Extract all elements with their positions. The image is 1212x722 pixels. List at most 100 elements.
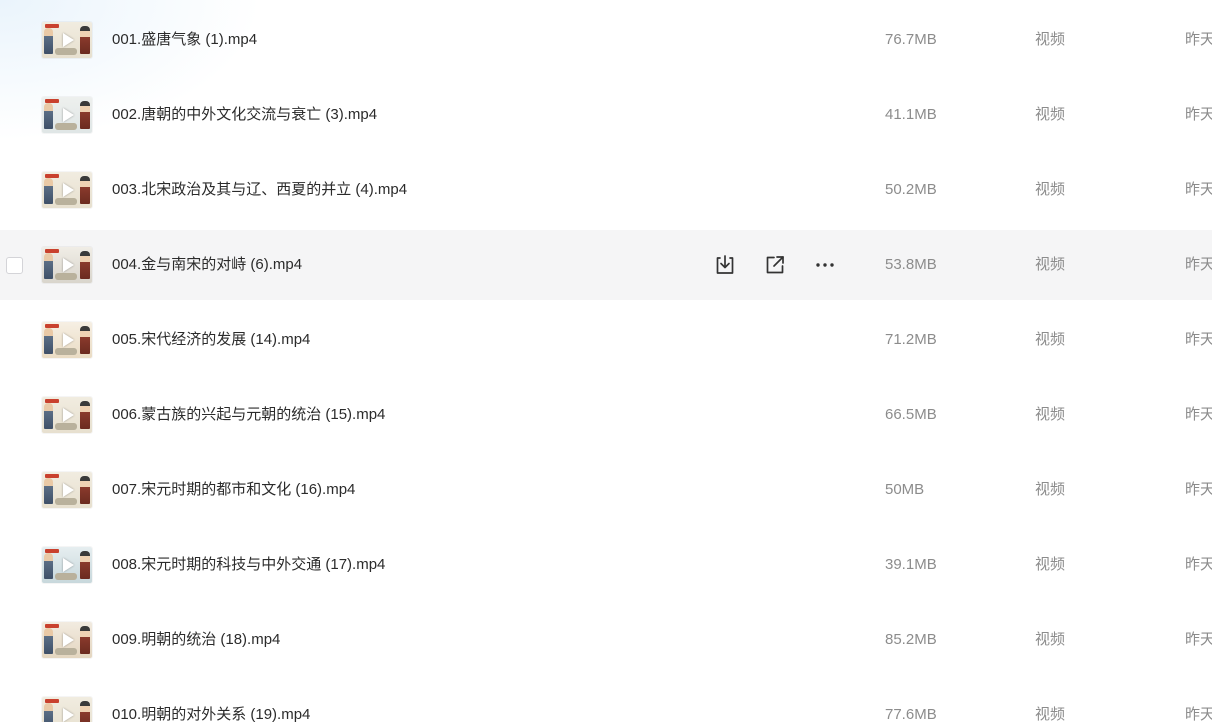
file-row[interactable]: 001.盛唐气象 (1).mp4 76.7MB 视频 昨天	[0, 5, 1212, 75]
file-size: 53.8MB	[885, 255, 937, 273]
file-name[interactable]: 004.金与南宋的对峙 (6).mp4	[112, 230, 302, 300]
file-name[interactable]: 008.宋元时期的科技与中外交通 (17).mp4	[112, 530, 385, 600]
file-type: 视频	[1035, 480, 1066, 498]
thumbnail-scene	[55, 647, 77, 655]
file-size: 50.2MB	[885, 180, 937, 198]
thumbnail-figure	[44, 552, 53, 579]
file-type: 视频	[1035, 180, 1066, 198]
thumbnail-figure	[80, 175, 90, 204]
file-name[interactable]: 010.明朝的对外关系 (19).mp4	[112, 680, 310, 722]
thumbnail-figure	[80, 250, 90, 279]
video-thumbnail[interactable]	[42, 171, 92, 208]
file-name[interactable]: 003.北宋政治及其与辽、西夏的并立 (4).mp4	[112, 155, 407, 225]
thumbnail-scene	[55, 272, 77, 280]
play-icon	[63, 707, 74, 722]
video-thumbnail[interactable]	[42, 321, 92, 358]
video-thumbnail[interactable]	[42, 396, 92, 433]
video-thumbnail[interactable]	[42, 471, 92, 508]
download-button[interactable]	[712, 252, 738, 278]
file-list: 001.盛唐气象 (1).mp4 76.7MB 视频 昨天 002.唐朝的中外文化交流与…	[0, 0, 1212, 722]
modified-date: 昨天	[1185, 330, 1212, 348]
file-row[interactable]: 007.宋元时期的都市和文化 (16).mp4 50MB 视频 昨天	[0, 455, 1212, 525]
thumbnail-scene	[55, 497, 77, 505]
play-icon	[63, 332, 74, 347]
file-size: 76.7MB	[885, 30, 937, 48]
file-name[interactable]: 002.唐朝的中外文化交流与衰亡 (3).mp4	[112, 80, 377, 150]
more-button[interactable]	[812, 252, 838, 278]
play-icon	[63, 482, 74, 497]
thumbnail-figure	[80, 700, 90, 722]
thumbnail-scene	[55, 122, 77, 130]
download-icon	[712, 252, 738, 278]
thumbnail-scene	[55, 47, 77, 55]
play-icon	[63, 107, 74, 122]
thumbnail-tag	[45, 23, 59, 28]
thumbnail-figure	[44, 702, 53, 722]
file-row[interactable]: 002.唐朝的中外文化交流与衰亡 (3).mp4 41.1MB 视频 昨天	[0, 80, 1212, 150]
file-row[interactable]: 005.宋代经济的发展 (14).mp4 71.2MB 视频 昨天	[0, 305, 1212, 375]
file-type: 视频	[1035, 330, 1066, 348]
video-thumbnail[interactable]	[42, 96, 92, 133]
play-icon	[63, 257, 74, 272]
thumbnail-figure	[44, 627, 53, 654]
thumbnail-figure	[44, 177, 53, 204]
video-thumbnail[interactable]	[42, 246, 92, 283]
thumbnail-tag	[45, 698, 59, 703]
thumbnail-figure	[44, 252, 53, 279]
modified-date: 昨天	[1185, 255, 1212, 273]
modified-date: 昨天	[1185, 630, 1212, 648]
file-type: 视频	[1035, 630, 1066, 648]
file-type: 视频	[1035, 255, 1066, 273]
thumbnail-figure	[44, 327, 53, 354]
thumbnail-tag	[45, 623, 59, 628]
thumbnail-figure	[80, 100, 90, 129]
file-size: 85.2MB	[885, 630, 937, 648]
thumbnail-figure	[80, 25, 90, 54]
thumbnail-tag	[45, 548, 59, 553]
play-icon	[63, 632, 74, 647]
thumbnail-scene	[55, 347, 77, 355]
thumbnail-figure	[44, 102, 53, 129]
file-name[interactable]: 009.明朝的统治 (18).mp4	[112, 605, 280, 675]
file-name[interactable]: 006.蒙古族的兴起与元朝的统治 (15).mp4	[112, 380, 385, 450]
play-icon	[63, 32, 74, 47]
file-row[interactable]: 003.北宋政治及其与辽、西夏的并立 (4).mp4 50.2MB 视频 昨天	[0, 155, 1212, 225]
thumbnail-figure	[80, 475, 90, 504]
more-icon	[812, 252, 838, 278]
thumbnail-tag	[45, 398, 59, 403]
file-size: 77.6MB	[885, 705, 937, 722]
file-row[interactable]: 010.明朝的对外关系 (19).mp4 77.6MB 视频 昨天	[0, 680, 1212, 722]
thumbnail-figure	[44, 27, 53, 54]
file-size: 50MB	[885, 480, 925, 498]
modified-date: 昨天	[1185, 105, 1212, 123]
thumbnail-tag	[45, 173, 59, 178]
file-row[interactable]: 009.明朝的统治 (18).mp4 85.2MB 视频 昨天	[0, 605, 1212, 675]
video-thumbnail[interactable]	[42, 621, 92, 658]
file-row[interactable]: 004.金与南宋的对峙 (6).mp4 53.8MB 视频 昨天	[0, 229, 1212, 300]
file-type: 视频	[1035, 705, 1066, 722]
file-row[interactable]: 006.蒙古族的兴起与元朝的统治 (15).mp4 66.5MB 视频 昨天	[0, 380, 1212, 450]
file-size: 41.1MB	[885, 105, 937, 123]
thumbnail-tag	[45, 98, 59, 103]
file-name[interactable]: 005.宋代经济的发展 (14).mp4	[112, 305, 310, 375]
file-row[interactable]: 008.宋元时期的科技与中外交通 (17).mp4 39.1MB 视频 昨天	[0, 530, 1212, 600]
file-name[interactable]: 001.盛唐气象 (1).mp4	[112, 5, 257, 75]
share-icon	[762, 252, 788, 278]
file-name[interactable]: 007.宋元时期的都市和文化 (16).mp4	[112, 455, 355, 525]
file-type: 视频	[1035, 555, 1066, 573]
thumbnail-figure	[80, 550, 90, 579]
modified-date: 昨天	[1185, 180, 1212, 198]
thumbnail-tag	[45, 473, 59, 478]
thumbnail-figure	[80, 400, 90, 429]
file-size: 66.5MB	[885, 405, 937, 423]
file-size: 71.2MB	[885, 330, 937, 348]
share-button[interactable]	[762, 252, 788, 278]
thumbnail-tag	[45, 323, 59, 328]
video-thumbnail[interactable]	[42, 21, 92, 58]
modified-date: 昨天	[1185, 480, 1212, 498]
video-thumbnail[interactable]	[42, 696, 92, 722]
video-thumbnail[interactable]	[42, 546, 92, 583]
modified-date: 昨天	[1185, 555, 1212, 573]
thumbnail-scene	[55, 572, 77, 580]
row-checkbox[interactable]	[6, 256, 23, 274]
